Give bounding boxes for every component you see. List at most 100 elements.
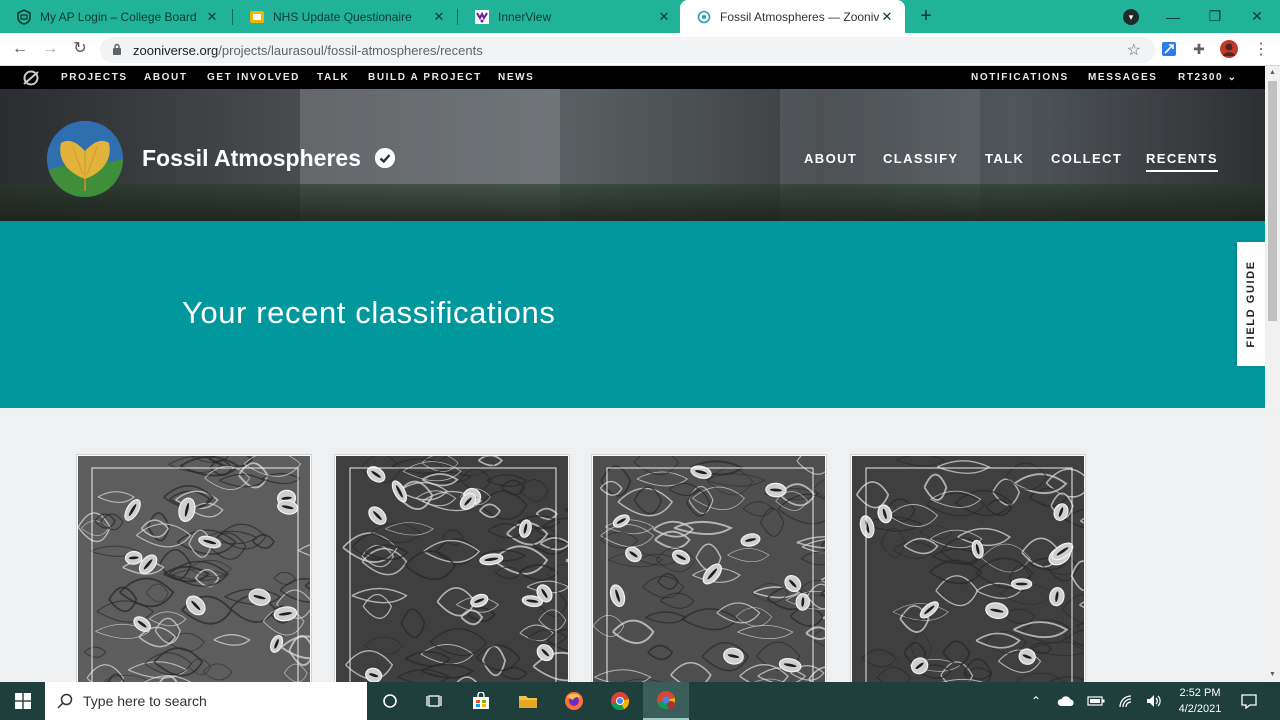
nav-about[interactable]: ABOUT <box>144 72 188 83</box>
user-name: RT2300 <box>1178 72 1224 83</box>
project-title[interactable]: Fossil Atmospheres <box>142 145 361 172</box>
task-view-icon[interactable] <box>412 682 458 720</box>
back-arrow-icon[interactable]: ← <box>8 37 32 61</box>
tab-search-icon[interactable]: ▾ <box>1123 9 1139 25</box>
scroll-up-arrow-icon[interactable]: ▲ <box>1265 66 1280 80</box>
scrollbar-thumb[interactable] <box>1268 81 1277 321</box>
ginkgo-leaf-icon <box>47 121 123 197</box>
browser-menu-icon[interactable]: ⋮ <box>1252 40 1270 58</box>
field-guide-tab[interactable]: FIELD GUIDE <box>1237 242 1265 366</box>
nav-projects[interactable]: PROJECTS <box>61 72 128 83</box>
bookmark-star-icon[interactable]: ☆ <box>1127 40 1141 60</box>
extension-icon[interactable] <box>1160 40 1178 58</box>
tab-innerview[interactable]: InnerView ✕ <box>458 0 682 33</box>
url-field[interactable]: zooniverse.org/projects/laurasoul/fossil… <box>100 37 1155 63</box>
reload-icon[interactable]: ↻ <box>68 37 92 61</box>
project-nav-collect[interactable]: COLLECT <box>1051 151 1122 166</box>
zooniverse-icon <box>696 9 712 25</box>
onedrive-cloud-icon[interactable] <box>1055 682 1077 720</box>
background-photo <box>0 184 1265 221</box>
puzzle-extensions-icon[interactable]: ✚ <box>1190 40 1208 58</box>
stomata-micrograph-image <box>78 456 310 682</box>
scroll-down-arrow-icon[interactable]: ▼ <box>1265 668 1280 682</box>
notifications-icon[interactable] <box>1236 682 1262 720</box>
project-nav-recents[interactable]: RECENTS <box>1146 151 1218 172</box>
innerview-icon <box>474 9 490 25</box>
page-title: Your recent classifications <box>182 295 556 330</box>
taskbar-search-box[interactable]: Type here to search <box>45 682 367 720</box>
user-menu[interactable]: RT2300 ⌄ <box>1178 72 1238 83</box>
forward-arrow-icon[interactable]: → <box>38 37 62 61</box>
tab-nhs-questionaire[interactable]: NHS Update Questionaire ✕ <box>233 0 457 33</box>
nav-talk[interactable]: TALK <box>317 72 349 83</box>
lock-icon <box>113 43 121 55</box>
recent-classification-card[interactable] <box>591 454 827 682</box>
cortana-icon[interactable] <box>367 682 413 720</box>
recent-classification-card[interactable] <box>76 454 312 682</box>
url-path: /projects/laurasoul/fossil-atmospheres/r… <box>218 43 483 58</box>
field-guide-label: FIELD GUIDE <box>1245 260 1257 348</box>
chrome-profile-icon[interactable] <box>643 682 689 720</box>
stoma-mark <box>1010 578 1033 590</box>
tab-title: NHS Update Questionaire <box>273 9 412 24</box>
search-placeholder: Type here to search <box>83 693 207 709</box>
recents-grid <box>0 408 1265 682</box>
minimize-button[interactable]: — <box>1150 0 1196 33</box>
battery-icon[interactable] <box>1085 682 1107 720</box>
clock-date: 4/2/2021 <box>1178 703 1222 715</box>
firefox-icon[interactable] <box>551 682 597 720</box>
tab-college-board[interactable]: My AP Login – College Board ✕ <box>0 0 230 33</box>
verified-check-icon <box>375 148 395 168</box>
project-nav-talk[interactable]: TALK <box>985 151 1024 166</box>
project-avatar[interactable] <box>47 121 123 197</box>
zooniverse-top-nav: PROJECTS ABOUT GET INVOLVED TALK BUILD A… <box>0 66 1265 89</box>
file-explorer-icon[interactable] <box>505 682 551 720</box>
nav-notifications[interactable]: NOTIFICATIONS <box>971 72 1069 83</box>
nav-messages[interactable]: MESSAGES <box>1088 72 1157 83</box>
chrome-icon[interactable] <box>597 682 643 720</box>
project-header: Fossil Atmospheres ABOUT CLASSIFY TALK C… <box>0 89 1265 221</box>
tab-fossil-atmospheres[interactable]: Fossil Atmospheres — Zoonivers ✕ <box>680 0 905 33</box>
stomata-micrograph-image <box>336 456 568 682</box>
close-tab-icon[interactable]: ✕ <box>204 9 220 25</box>
tab-title: Fossil Atmospheres — Zoonivers <box>720 9 879 24</box>
recent-classification-card[interactable] <box>334 454 570 682</box>
tab-title: My AP Login – College Board <box>40 9 197 24</box>
windows-taskbar: Type here to search ⌃ 2:52 PM 4/2/2021 <box>0 682 1280 720</box>
recents-banner: Your recent classifications <box>0 221 1265 408</box>
project-nav-classify[interactable]: CLASSIFY <box>883 151 958 166</box>
close-tab-icon[interactable]: ✕ <box>879 9 895 25</box>
college-board-icon <box>16 8 32 25</box>
stomata-micrograph-image <box>852 456 1084 682</box>
close-tab-icon[interactable]: ✕ <box>656 9 672 25</box>
clock-time: 2:52 PM <box>1179 687 1221 699</box>
recent-classification-card[interactable] <box>850 454 1086 682</box>
url-host: zooniverse.org <box>133 43 219 58</box>
browser-tab-strip: My AP Login – College Board ✕ NHS Update… <box>0 0 1280 33</box>
system-clock[interactable]: 2:52 PM 4/2/2021 <box>1172 685 1228 717</box>
nav-get-involved[interactable]: GET INVOLVED <box>207 72 300 83</box>
profile-avatar[interactable] <box>1220 40 1238 58</box>
close-window-button[interactable]: ✕ <box>1234 0 1280 33</box>
address-bar-row: ← → ↻ zooniverse.org/projects/laurasoul/… <box>0 33 1280 66</box>
restore-button[interactable]: ❐ <box>1192 0 1238 33</box>
page-scrollbar[interactable]: ▲ ▼ <box>1265 66 1280 682</box>
close-tab-icon[interactable]: ✕ <box>431 9 447 25</box>
new-tab-button[interactable]: + <box>914 4 938 28</box>
zooniverse-logo-icon[interactable] <box>22 69 40 87</box>
search-icon <box>57 693 73 709</box>
volume-icon[interactable] <box>1143 682 1165 720</box>
chevron-up-icon[interactable]: ⌃ <box>1027 682 1045 720</box>
google-slides-icon <box>249 9 265 25</box>
project-nav-about[interactable]: ABOUT <box>804 151 857 166</box>
chevron-down-icon: ⌄ <box>1227 72 1238 83</box>
tab-title: InnerView <box>498 9 552 24</box>
url-text: zooniverse.org/projects/laurasoul/fossil… <box>133 43 483 58</box>
wifi-icon[interactable] <box>1115 682 1137 720</box>
windows-start-icon[interactable] <box>0 682 45 720</box>
stoma-mark <box>124 550 143 565</box>
nav-news[interactable]: NEWS <box>498 72 534 83</box>
microsoft-store-icon[interactable] <box>458 682 504 720</box>
nav-build-a-project[interactable]: BUILD A PROJECT <box>368 72 482 83</box>
stomata-micrograph-image <box>593 456 825 682</box>
